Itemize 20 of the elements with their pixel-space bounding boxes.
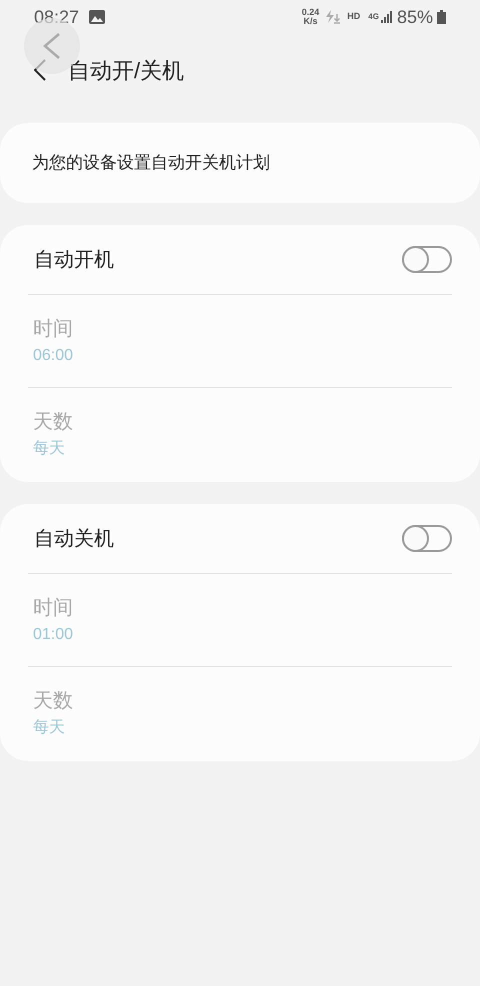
page-title: 自动开/关机 [68, 56, 184, 84]
charging-icon [325, 10, 342, 24]
battery-icon [437, 10, 446, 24]
hd-indicator: HD [347, 10, 360, 24]
network-type: 4G [368, 13, 379, 21]
speed-unit: K/s [304, 17, 318, 26]
toggle-switch[interactable] [402, 525, 452, 552]
setting-title: 自动关机 [34, 526, 115, 552]
setting-value: 每天 [33, 439, 66, 459]
setting-value: 06:00 [33, 346, 74, 366]
setting-value: 01:00 [33, 625, 74, 645]
image-icon [89, 10, 106, 24]
network-speed: 0.24 [302, 8, 320, 17]
battery-level: 85% [396, 6, 433, 28]
signal-icon [380, 11, 393, 23]
toggle-switch[interactable] [402, 246, 452, 273]
description-text: 为您的设备设置自动开关机计划 [32, 152, 270, 174]
clock: 08:27 [34, 6, 80, 28]
setting-value: 每天 [33, 718, 66, 738]
setting-title: 自动开机 [34, 248, 115, 272]
